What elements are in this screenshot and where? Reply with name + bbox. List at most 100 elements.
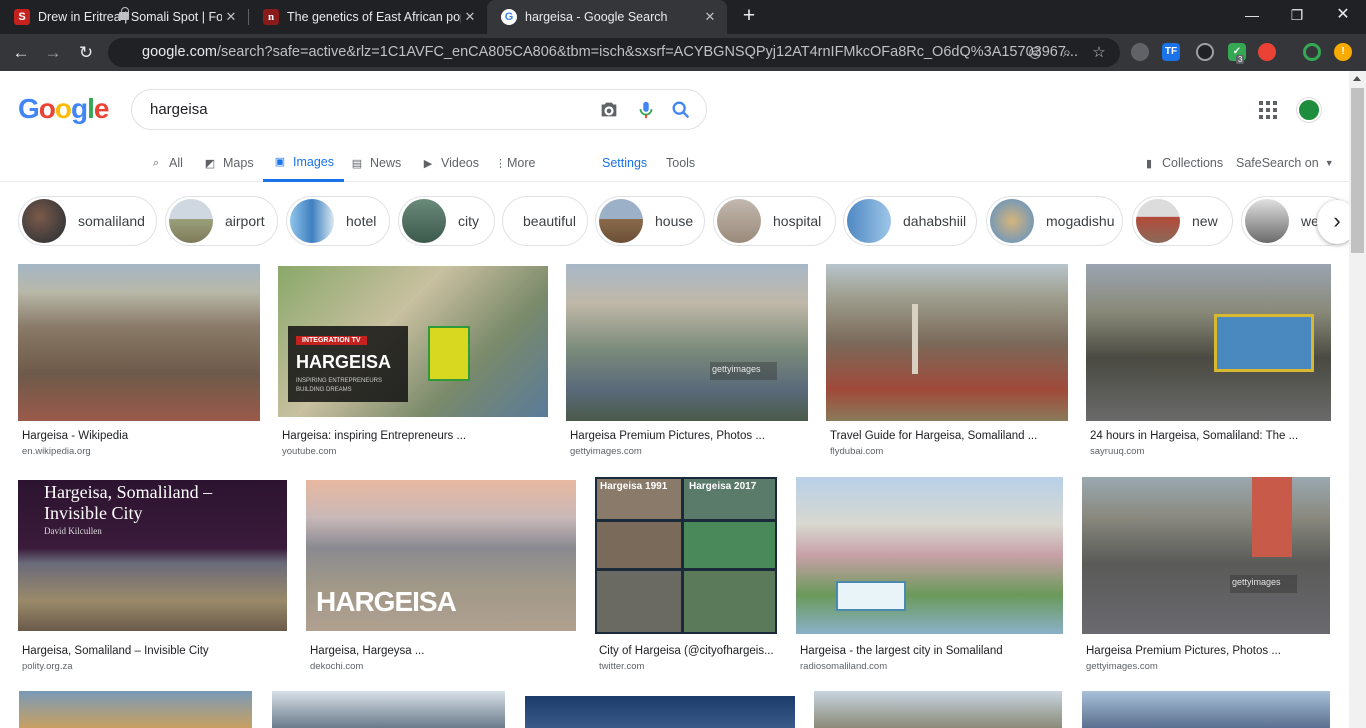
restore-icon[interactable]: ❐ <box>1274 0 1320 30</box>
result-source[interactable]: youtube.com <box>282 446 336 457</box>
result-image[interactable] <box>19 691 252 728</box>
lock-icon[interactable] <box>119 7 129 20</box>
reload-icon[interactable]: ↻ <box>73 40 99 66</box>
chip-new[interactable]: new <box>1132 196 1233 246</box>
collections-link[interactable]: ▮ Collections <box>1142 144 1223 182</box>
chip-house[interactable]: house <box>595 196 705 246</box>
profile-icon[interactable] <box>1303 43 1321 61</box>
back-icon[interactable]: ← <box>8 40 34 66</box>
result-caption[interactable]: Hargeisa Premium Pictures, Photos ... <box>1086 645 1331 657</box>
result-image[interactable] <box>826 264 1068 421</box>
result-source[interactable]: sayruuq.com <box>1090 446 1144 457</box>
chip-mogadishu[interactable]: mogadishu <box>986 196 1123 246</box>
result-image[interactable] <box>814 691 1062 728</box>
safesearch-dropdown[interactable]: SafeSearch on ▼ <box>1236 144 1334 182</box>
scrollbar-thumb[interactable] <box>1351 88 1364 253</box>
microphone-icon[interactable] <box>635 99 657 121</box>
result-caption[interactable]: Hargeisa: inspiring Entrepreneurs ... <box>282 430 547 442</box>
tab-all[interactable]: ⌕ All <box>149 144 183 182</box>
scroll-up-icon[interactable] <box>1353 76 1361 81</box>
extension-badge: 3 <box>1236 55 1245 64</box>
result-source[interactable]: gettyimages.com <box>570 446 642 457</box>
search-box[interactable]: hargeisa <box>131 89 707 130</box>
tab-news[interactable]: ▤ News <box>350 144 401 182</box>
result-source[interactable]: radiosomaliland.com <box>800 661 887 672</box>
browser-tab-active[interactable]: G hargeisa - Google Search ✕ <box>487 0 727 34</box>
result-caption[interactable]: City of Hargeisa (@cityofhargeis... <box>599 645 774 657</box>
result-image[interactable] <box>1082 691 1330 728</box>
video-icon: ▶ <box>423 157 433 170</box>
result-source[interactable]: gettyimages.com <box>1086 661 1158 672</box>
chip-label: somaliland <box>78 213 145 229</box>
forward-icon[interactable]: → <box>40 40 66 66</box>
new-tab-button[interactable]: + <box>737 4 761 28</box>
result-caption[interactable]: Hargeisa Premium Pictures, Photos ... <box>570 430 810 442</box>
result-source[interactable]: dekochi.com <box>310 661 363 672</box>
collage-cell <box>684 522 775 568</box>
extension-record-icon[interactable] <box>1196 43 1214 61</box>
zoom-icon[interactable]: ⌕ <box>1056 38 1078 67</box>
result-image[interactable]: Hargeisa 1991 Hargeisa 2017 <box>595 477 777 634</box>
tab-more[interactable]: ⋮ More <box>495 144 535 182</box>
page-scrollbar[interactable] <box>1349 71 1366 728</box>
search-nav: ⌕ All ◩ Maps ▣ Images ▤ News ▶ Videos ⋮ More S… <box>0 144 1366 182</box>
browser-tab[interactable]: n The genetics of East African popu ✕ <box>249 0 487 34</box>
bookmark-star-icon[interactable]: ☆ <box>1088 38 1110 67</box>
result-image[interactable] <box>796 477 1063 634</box>
extension-bulb-icon[interactable] <box>1131 43 1149 61</box>
result-source[interactable]: polity.org.za <box>22 661 73 672</box>
chip-label: airport <box>225 213 265 229</box>
result-image[interactable] <box>525 696 795 728</box>
google-logo[interactable]: Google <box>18 93 109 125</box>
tools-link[interactable]: Tools <box>666 144 695 182</box>
search-input[interactable]: hargeisa <box>150 101 208 118</box>
minimize-icon[interactable]: — <box>1229 0 1275 30</box>
result-image[interactable]: Hargeisa, Somaliland – Invisible City Da… <box>18 480 287 631</box>
apps-grid-icon[interactable] <box>1259 101 1277 119</box>
result-image[interactable]: INTEGRATION TV HARGEISA INSPIRING ENTREP… <box>278 266 548 417</box>
chip-hospital[interactable]: hospital <box>713 196 836 246</box>
address-bar[interactable]: google.com/search?safe=active&rlz=1C1AVF… <box>108 38 1120 67</box>
result-image[interactable] <box>272 691 505 728</box>
search-icon: ⌕ <box>152 156 160 169</box>
settings-link[interactable]: Settings <box>602 144 647 182</box>
result-image[interactable] <box>1086 264 1331 421</box>
extension-lion-icon[interactable] <box>1258 43 1276 61</box>
tab-videos[interactable]: ▶ Videos <box>421 144 479 182</box>
result-image[interactable]: HARGEISA <box>306 480 576 631</box>
chip-hotel[interactable]: hotel <box>286 196 390 246</box>
camera-icon[interactable] <box>598 99 620 121</box>
extension-tf-icon[interactable]: TF <box>1162 43 1180 61</box>
chip-beautiful[interactable]: beautiful <box>502 196 588 246</box>
result-image[interactable]: gettyimages <box>1082 477 1330 634</box>
close-tab-icon[interactable]: ✕ <box>461 9 479 25</box>
result-image[interactable] <box>18 264 260 421</box>
location-icon[interactable]: ◎ <box>1024 38 1046 67</box>
result-source[interactable]: en.wikipedia.org <box>22 446 91 457</box>
chip-dahabshiil[interactable]: dahabshiil <box>843 196 977 246</box>
avatar[interactable] <box>1297 98 1321 122</box>
tab-label: News <box>370 156 402 170</box>
result-caption[interactable]: Hargeisa - Wikipedia <box>22 430 262 442</box>
result-caption[interactable]: Hargeisa, Somaliland – Invisible City <box>22 645 287 657</box>
chip-airport[interactable]: airport <box>165 196 278 246</box>
close-tab-icon[interactable]: ✕ <box>701 9 719 25</box>
close-tab-icon[interactable]: ✕ <box>222 9 240 25</box>
result-caption[interactable]: Hargeisa, Hargeysa ... <box>310 645 575 657</box>
result-caption[interactable]: Hargeisa - the largest city in Somalilan… <box>800 645 1062 657</box>
result-source[interactable]: flydubai.com <box>830 446 883 457</box>
result-caption[interactable]: 24 hours in Hargeisa, Somaliland: The ..… <box>1090 430 1330 442</box>
chip-somaliland[interactable]: somaliland <box>18 196 157 246</box>
tab-label: Videos <box>441 156 479 170</box>
result-image[interactable]: gettyimages <box>566 264 808 421</box>
tab-images[interactable]: ▣ Images <box>263 144 344 182</box>
collections-label: Collections <box>1162 156 1224 170</box>
chip-city[interactable]: city <box>398 196 495 246</box>
search-icon[interactable] <box>670 99 692 121</box>
update-alert-icon[interactable]: ! <box>1334 43 1352 61</box>
result-source[interactable]: twitter.com <box>599 661 644 672</box>
result-caption[interactable]: Travel Guide for Hargeisa, Somaliland ..… <box>830 430 1070 442</box>
url-host: google.com <box>142 44 217 60</box>
tab-maps[interactable]: ◩ Maps <box>203 144 254 182</box>
window-close-icon[interactable]: ✕ <box>1320 0 1366 30</box>
